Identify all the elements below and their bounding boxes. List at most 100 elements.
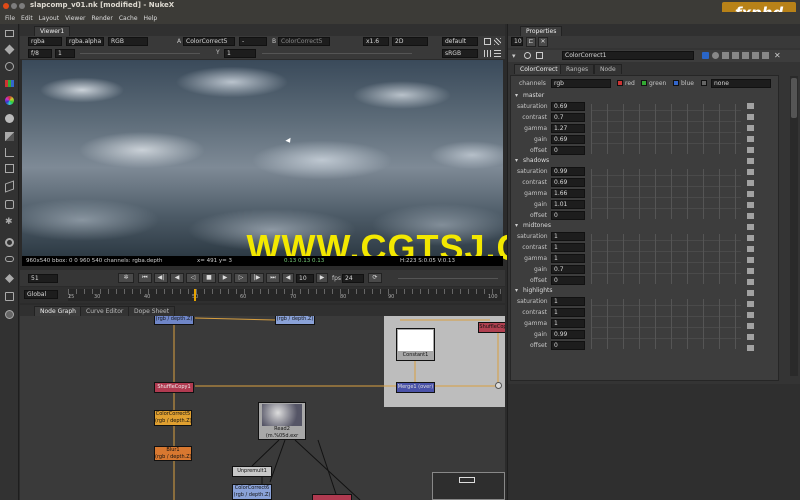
zoom-select[interactable]: x1.6 bbox=[363, 37, 389, 46]
particles-tool-icon[interactable] bbox=[5, 238, 14, 247]
metadata-tool-icon[interactable]: ✱ bbox=[5, 218, 14, 227]
node-shufflecopy1[interactable]: ShuffleCopy1 bbox=[154, 382, 194, 393]
center-node-icon[interactable] bbox=[722, 52, 729, 59]
tab-node[interactable]: Node bbox=[594, 64, 622, 74]
draw-tool-icon[interactable] bbox=[4, 44, 15, 55]
shadows-gain-field[interactable]: 1.01 bbox=[551, 200, 585, 209]
image-tool-icon[interactable] bbox=[5, 30, 14, 37]
midtones-saturation-field[interactable]: 1 bbox=[551, 232, 585, 241]
layer-select[interactable]: rgba bbox=[28, 37, 62, 46]
lock-panels-button[interactable]: ⊏ bbox=[526, 37, 536, 47]
furnace-tool-icon[interactable] bbox=[5, 292, 14, 301]
node-top-left[interactable]: (rgb / depth.Z) bbox=[154, 316, 194, 325]
shadows-sliders[interactable] bbox=[591, 169, 741, 219]
views-tool-icon[interactable] bbox=[5, 200, 14, 209]
timeline-track[interactable]: 1 25 30 40 50 60 70 80 90 100 bbox=[68, 289, 502, 301]
stop-button[interactable]: ■ bbox=[202, 273, 216, 283]
red-checkbox[interactable] bbox=[617, 80, 623, 86]
node-unpremult1[interactable]: Unpremult1 bbox=[232, 466, 272, 477]
node-graph[interactable]: (rgb / depth.Z) (rgb / depth.Z) ShuffleC… bbox=[20, 316, 505, 500]
menu-viewer[interactable]: Viewer bbox=[65, 15, 85, 22]
ocula-tool-icon[interactable] bbox=[5, 310, 14, 319]
revert-icon[interactable] bbox=[752, 52, 759, 59]
alpha-select[interactable]: rgba.alpha bbox=[66, 37, 104, 46]
master-sliders[interactable] bbox=[591, 104, 741, 154]
view-mode-select[interactable]: 2D bbox=[392, 37, 428, 46]
tab-properties[interactable]: Properties bbox=[520, 26, 563, 36]
gamma-field[interactable]: 1 bbox=[224, 49, 256, 58]
prev-keyframe-button[interactable]: ◀| bbox=[154, 273, 168, 283]
fps-field[interactable]: 24 bbox=[342, 274, 364, 283]
midtones-gain-field[interactable]: 0.7 bbox=[551, 265, 585, 274]
shadows-offset-field[interactable]: 0 bbox=[551, 211, 585, 220]
section-midtones-toggle-icon[interactable]: ▾ bbox=[515, 222, 518, 229]
shadows-contrast-field[interactable]: 0.69 bbox=[551, 178, 585, 187]
color-tool-icon[interactable] bbox=[5, 96, 14, 105]
merge-tool-icon[interactable] bbox=[5, 148, 14, 157]
section-highlights-toggle-icon[interactable]: ▾ bbox=[515, 287, 518, 294]
undo-icon[interactable] bbox=[732, 52, 739, 59]
section-shadows-toggle-icon[interactable]: ▾ bbox=[515, 157, 518, 164]
gain-slider[interactable] bbox=[80, 53, 200, 54]
play-backward-button[interactable]: ◁ bbox=[186, 273, 200, 283]
transform-tool-icon[interactable] bbox=[5, 164, 14, 173]
grid-icon[interactable] bbox=[484, 50, 491, 57]
lut-select[interactable]: default bbox=[442, 37, 478, 46]
tab-viewer1[interactable]: Viewer1 bbox=[34, 26, 71, 36]
node-colorcorrect6[interactable]: ColorCorrect6 (rgb / depth.Z) bbox=[232, 484, 272, 500]
play-forward-button[interactable]: ▶ bbox=[218, 273, 232, 283]
node-bottom-red[interactable] bbox=[312, 494, 352, 500]
window-maximize-icon[interactable] bbox=[19, 3, 25, 9]
node-shufflecopy-right[interactable]: ShuffleCop bbox=[478, 322, 505, 333]
node-top-mid[interactable]: (rgb / depth.Z) bbox=[275, 316, 315, 325]
playback-range-slider[interactable] bbox=[398, 278, 498, 279]
frame-field[interactable]: 51 bbox=[28, 274, 58, 283]
skip-forward-button[interactable]: ▶ bbox=[316, 273, 328, 283]
midtones-contrast-field[interactable]: 1 bbox=[551, 243, 585, 252]
roi-icon[interactable] bbox=[484, 38, 491, 45]
srgb-select[interactable]: sRGB bbox=[442, 49, 478, 58]
shadows-saturation-field[interactable]: 0.99 bbox=[551, 167, 585, 176]
next-keyframe-button[interactable]: |▶ bbox=[250, 273, 264, 283]
window-close-icon[interactable] bbox=[3, 3, 9, 9]
set-in-button[interactable]: ✲ bbox=[118, 273, 134, 283]
highlights-sliders[interactable] bbox=[591, 299, 741, 349]
master-gain-field[interactable]: 0.69 bbox=[551, 135, 585, 144]
fstop-select[interactable]: f/8 bbox=[28, 49, 52, 58]
properties-scrollbar[interactable] bbox=[790, 76, 798, 376]
highlights-saturation-field[interactable]: 1 bbox=[551, 297, 585, 306]
alpha-checkbox[interactable] bbox=[701, 80, 707, 86]
midtones-gamma-field[interactable]: 1 bbox=[551, 254, 585, 263]
master-contrast-field[interactable]: 0.7 bbox=[551, 113, 585, 122]
gain-field[interactable]: 1 bbox=[55, 49, 75, 58]
float-icon[interactable] bbox=[762, 52, 769, 59]
3d-tool-icon[interactable] bbox=[5, 180, 14, 193]
node-constant1[interactable]: Constant1 bbox=[396, 328, 435, 361]
tab-dope-sheet[interactable]: Dope Sheet bbox=[128, 306, 176, 316]
other-tool-icon[interactable] bbox=[5, 274, 14, 283]
last-frame-button[interactable]: ⏭ bbox=[266, 273, 280, 283]
toolsets-tool-icon[interactable] bbox=[5, 256, 14, 262]
step-back-button[interactable]: ◀ bbox=[170, 273, 184, 283]
loop-mode-button[interactable]: ⟳ bbox=[368, 273, 382, 283]
clear-panels-button[interactable]: ✕ bbox=[538, 37, 548, 47]
close-panel-icon[interactable]: ✕ bbox=[774, 51, 781, 60]
master-gamma-field[interactable]: 1.27 bbox=[551, 124, 585, 133]
tab-node-graph[interactable]: Node Graph bbox=[34, 306, 82, 316]
master-offset-field[interactable]: 0 bbox=[551, 146, 585, 155]
gamma-slider[interactable] bbox=[262, 53, 412, 54]
blue-checkbox[interactable] bbox=[673, 80, 679, 86]
mask-channel-select[interactable]: none bbox=[711, 79, 771, 88]
navigator-box[interactable] bbox=[432, 472, 505, 500]
range-mode-select[interactable]: Global bbox=[24, 290, 58, 299]
node-merge1[interactable]: Merge1 (over) bbox=[396, 382, 435, 393]
filter-tool-icon[interactable] bbox=[5, 114, 14, 123]
playhead[interactable] bbox=[194, 289, 196, 301]
first-frame-button[interactable]: ⏮ bbox=[138, 273, 152, 283]
shadows-gamma-field[interactable]: 1.66 bbox=[551, 189, 585, 198]
node-color-icon[interactable] bbox=[536, 52, 543, 59]
highlights-gain-field[interactable]: 0.99 bbox=[551, 330, 585, 339]
clip-warning-icon[interactable] bbox=[494, 38, 501, 45]
master-saturation-field[interactable]: 0.69 bbox=[551, 102, 585, 111]
channel-tool-icon[interactable] bbox=[5, 80, 14, 87]
